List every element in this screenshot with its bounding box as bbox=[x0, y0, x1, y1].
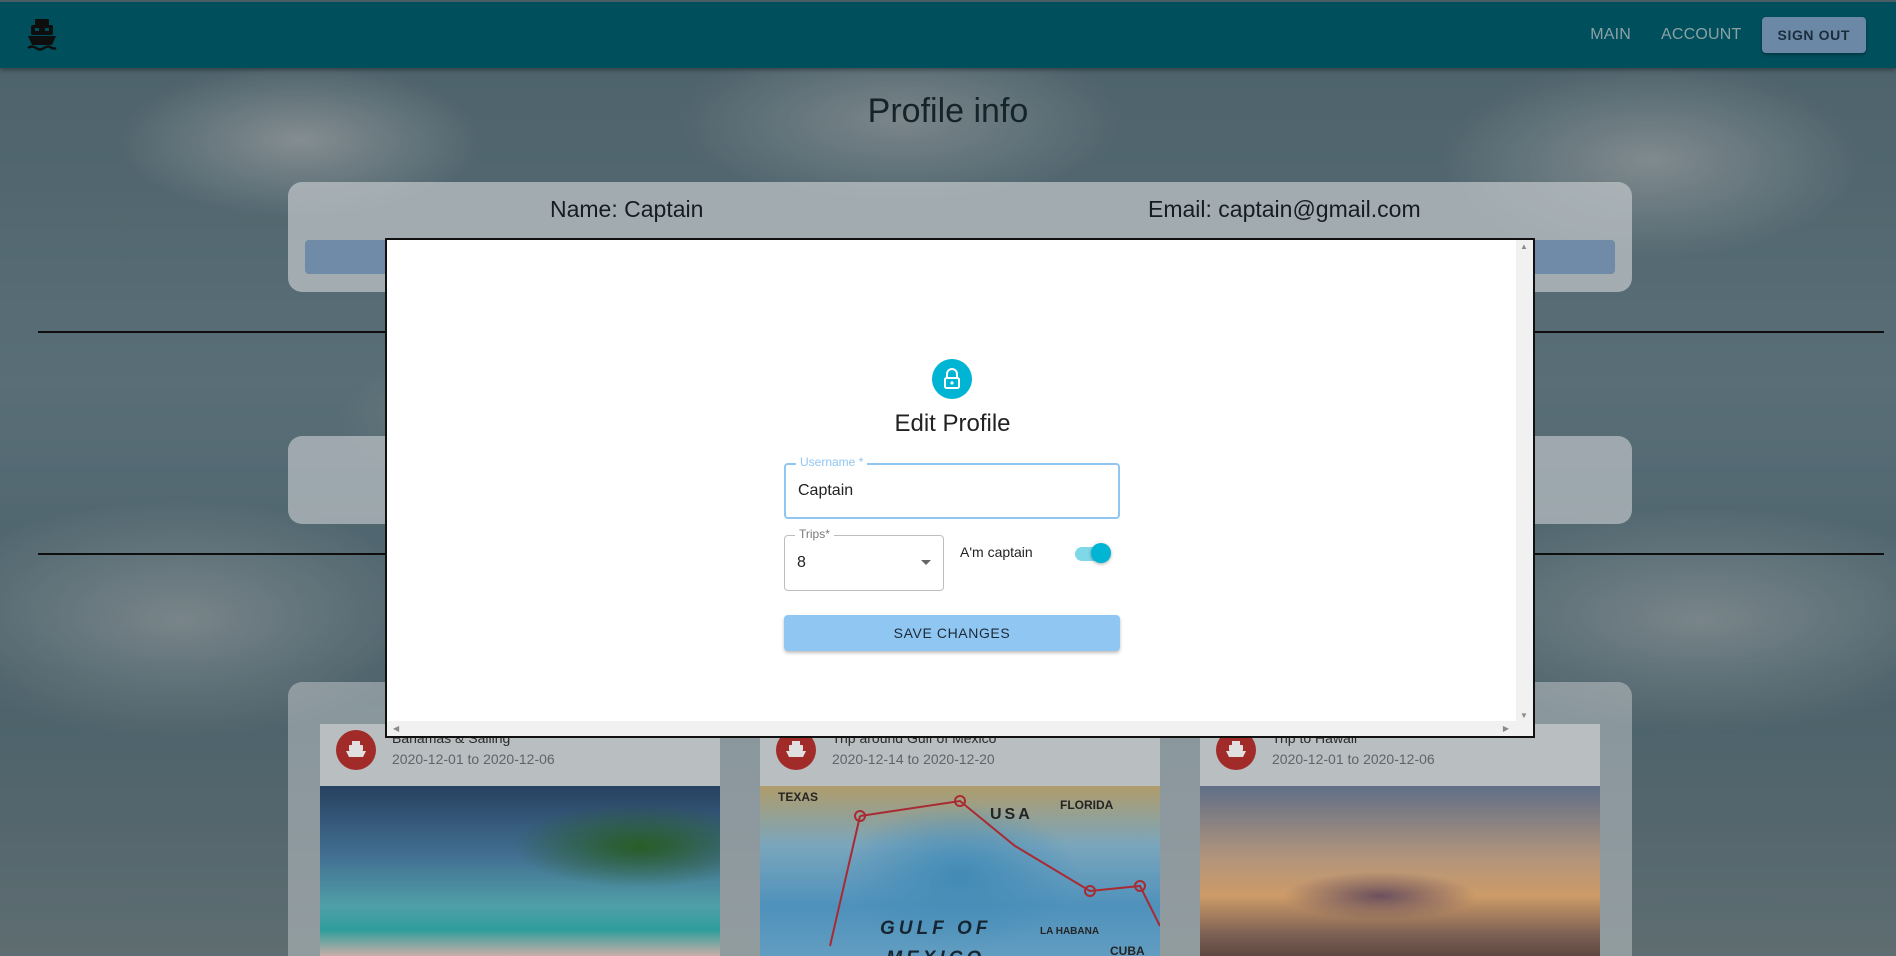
scroll-up-icon[interactable]: ▲ bbox=[1520, 242, 1528, 252]
dialog-title: Edit Profile bbox=[894, 410, 1011, 437]
captain-switch-thumb[interactable] bbox=[1091, 543, 1111, 563]
edit-profile-dialog: ▲ ▼ ◀ ▶ Edit Profile Username * Captain … bbox=[385, 238, 1535, 738]
vertical-scrollbar[interactable]: ▲ ▼ bbox=[1516, 240, 1533, 723]
save-changes-button[interactable]: SAVE CHANGES bbox=[784, 615, 1120, 651]
lock-icon bbox=[932, 359, 972, 399]
scroll-down-icon[interactable]: ▼ bbox=[1520, 711, 1528, 721]
horizontal-scrollbar[interactable]: ◀ ▶ bbox=[387, 721, 1533, 736]
username-input[interactable]: Captain bbox=[798, 482, 853, 500]
scroll-right-icon[interactable]: ▶ bbox=[1503, 724, 1509, 734]
trips-select[interactable]: Trips* 8 bbox=[784, 527, 944, 591]
trips-label: Trips* bbox=[795, 527, 834, 541]
username-field[interactable]: Username * Captain bbox=[784, 455, 1120, 519]
chevron-down-icon[interactable] bbox=[921, 560, 931, 565]
trips-value: 8 bbox=[797, 554, 806, 571]
username-label: Username * bbox=[796, 455, 868, 469]
scroll-left-icon[interactable]: ◀ bbox=[393, 724, 399, 734]
captain-switch-label: A'm captain bbox=[960, 544, 1033, 560]
